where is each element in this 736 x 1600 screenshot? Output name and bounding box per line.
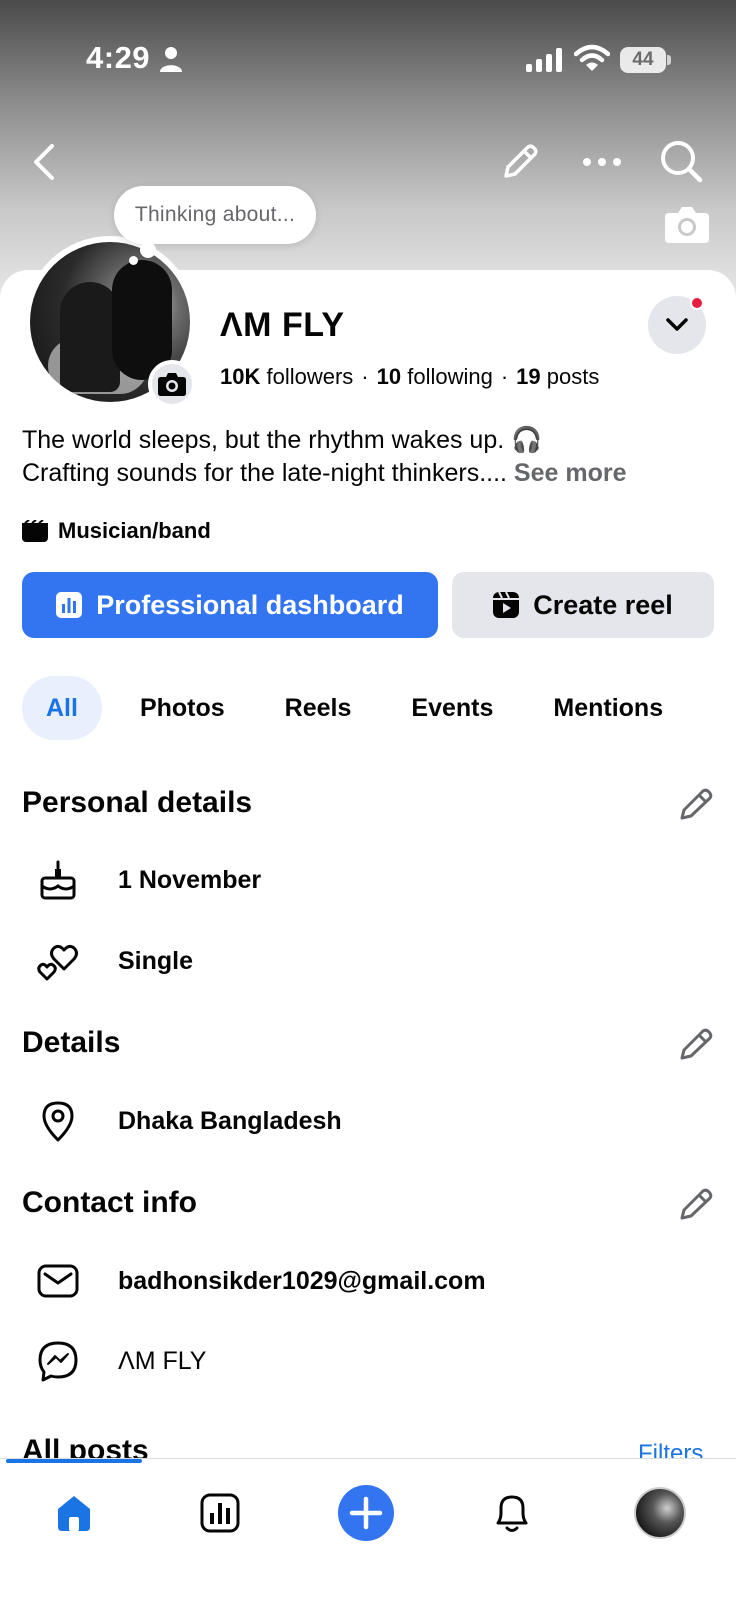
nav-dashboard[interactable]: [188, 1481, 252, 1545]
all-posts-title: All posts: [22, 1434, 149, 1460]
tab-reels[interactable]: Reels: [285, 676, 352, 740]
thought-bubble-dot: [140, 242, 156, 258]
profile-stats: 10K followers · 10 following · 19 posts: [220, 364, 599, 390]
personal-details-title: Personal details: [22, 786, 253, 819]
posts-link[interactable]: 19 posts: [516, 364, 599, 389]
followers-count: 10K: [220, 364, 261, 389]
nav-notifications[interactable]: [480, 1481, 544, 1545]
bio-line-1: The world sleeps, but the rhythm wakes u…: [22, 426, 543, 454]
more-dots-icon: [583, 158, 621, 166]
search-button[interactable]: [656, 136, 706, 186]
create-reel-button[interactable]: Create reel: [452, 572, 714, 638]
active-nav-indicator: [6, 1459, 142, 1463]
messenger-row: ΛM FLY: [36, 1336, 206, 1386]
stats-separator: ·: [361, 364, 369, 389]
notification-dot: [690, 296, 704, 310]
contact-info-title: Contact info: [22, 1186, 197, 1219]
bio-line-2: Crafting sounds for the late-night think…: [22, 457, 722, 490]
cellular-signal-icon: [526, 48, 562, 72]
tab-mentions[interactable]: Mentions: [553, 676, 663, 740]
hearts-icon: [37, 944, 78, 981]
posts-label: posts: [546, 364, 600, 389]
filters-link[interactable]: Filters: [638, 1440, 703, 1458]
home-icon: [58, 1496, 90, 1531]
followers-label: followers: [266, 364, 354, 389]
camera-icon: [665, 207, 709, 243]
tab-photos[interactable]: Photos: [140, 676, 225, 740]
thought-bubble-dot-small: [129, 256, 138, 265]
followers-link[interactable]: 10K followers: [220, 364, 353, 389]
birthday-row: 1 November: [36, 855, 261, 905]
following-link[interactable]: 10 following: [377, 364, 493, 389]
category-label: Musician/band: [58, 518, 211, 543]
profile-tabs: All Photos Reels Events Mentions: [22, 676, 663, 740]
location-pin-icon: [42, 1101, 74, 1142]
nav-profile[interactable]: [628, 1481, 692, 1545]
edit-contact-info-icon[interactable]: [678, 1186, 714, 1222]
edit-details-icon[interactable]: [678, 1026, 714, 1062]
camera-icon: [158, 373, 186, 396]
profile-bio: The world sleeps, but the rhythm wakes u…: [22, 424, 722, 490]
dashboard-icon: [200, 1493, 240, 1533]
tab-all[interactable]: All: [22, 676, 102, 740]
tab-events[interactable]: Events: [411, 676, 493, 740]
location-text: Dhaka Bangladesh: [118, 1106, 342, 1135]
nav-create[interactable]: [334, 1481, 398, 1545]
stats-separator: ·: [500, 364, 509, 389]
wifi-icon: [574, 44, 610, 71]
birthday-text: 1 November: [118, 865, 262, 894]
profile-name: ΛM FLY: [220, 306, 345, 344]
birthday-cake-icon: [40, 860, 76, 900]
email-text[interactable]: badhonsikder1029@gmail.com: [118, 1267, 486, 1296]
battery-indicator: 44: [620, 47, 671, 73]
status-bar: 4:29 44: [0, 0, 736, 120]
relationship-row: Single: [36, 936, 193, 986]
edit-profile-button[interactable]: [496, 138, 544, 186]
relationship-text: Single: [118, 946, 194, 975]
envelope-icon: [37, 1264, 79, 1298]
search-icon: [661, 141, 703, 183]
more-options-button[interactable]: [578, 140, 626, 184]
bell-icon: [496, 1495, 528, 1532]
email-row: badhonsikder1029@gmail.com: [36, 1256, 486, 1306]
create-reel-label: Create reel: [533, 589, 673, 620]
posts-count: 19: [516, 364, 541, 389]
following-label: following: [407, 364, 493, 389]
reel-icon: [493, 592, 520, 618]
battery-tip: [667, 55, 671, 65]
bottom-navigation: [0, 1458, 736, 1600]
back-button[interactable]: [24, 138, 64, 186]
edit-personal-details-icon[interactable]: [678, 786, 714, 822]
dashboard-icon: [56, 592, 83, 618]
professional-dashboard-label: Professional dashboard: [96, 589, 404, 620]
clapperboard-icon: [22, 520, 48, 542]
see-more-link[interactable]: See more: [514, 459, 627, 487]
pencil-icon: [504, 144, 538, 178]
professional-dashboard-button[interactable]: Professional dashboard: [22, 572, 438, 638]
thought-bubble[interactable]: Thinking about...: [114, 186, 316, 244]
edit-cover-photo-button[interactable]: [664, 204, 710, 244]
messenger-text[interactable]: ΛM FLY: [118, 1347, 206, 1376]
bio-line-2-text: Crafting sounds for the late-night think…: [22, 459, 514, 487]
nav-home[interactable]: [42, 1481, 106, 1545]
battery-level: 44: [620, 47, 666, 73]
chevron-left-icon: [34, 144, 54, 180]
chevron-down-icon: [666, 318, 688, 331]
messenger-icon: [38, 1341, 78, 1382]
profile-category: Musician/band: [22, 518, 211, 544]
edit-profile-picture-button[interactable]: [148, 360, 196, 408]
person-icon: [160, 47, 182, 72]
location-row: Dhaka Bangladesh: [36, 1096, 342, 1146]
following-count: 10: [376, 364, 402, 389]
create-plus-icon: [338, 1485, 394, 1541]
details-title: Details: [22, 1026, 121, 1059]
status-time: 4:29: [86, 40, 151, 75]
profile-avatar: [634, 1487, 686, 1539]
